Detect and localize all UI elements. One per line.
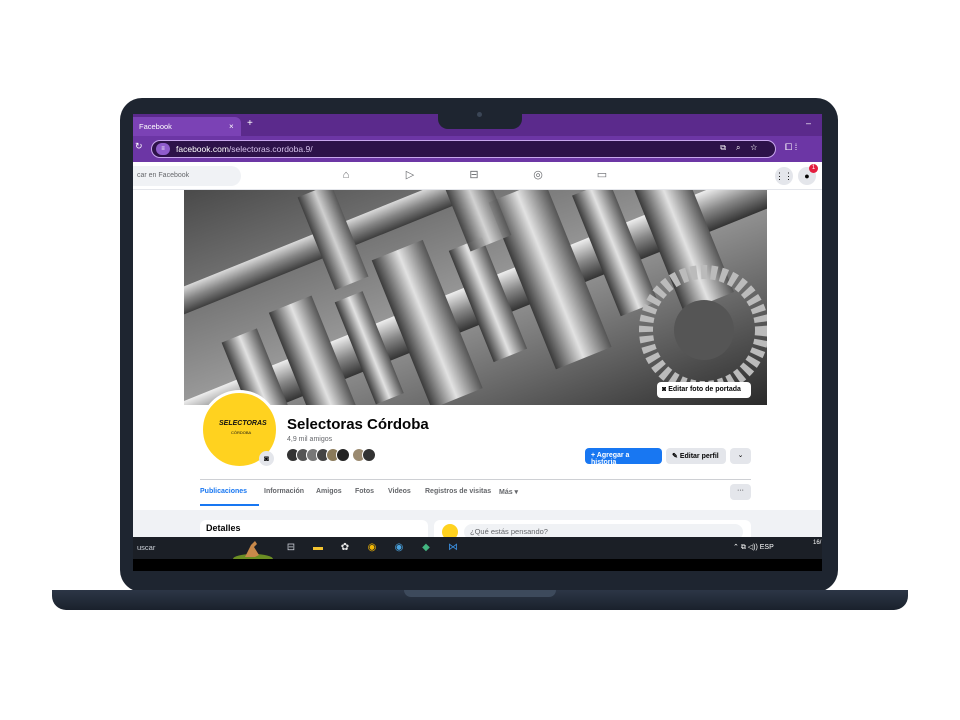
tab-close-icon[interactable]: × — [229, 122, 234, 131]
tab-registros-de-visitas[interactable]: Registros de visitas — [425, 488, 491, 495]
tabs-more-button[interactable]: ··· — [730, 484, 751, 500]
tab-informacion[interactable]: Información — [264, 488, 304, 495]
extensions-icon[interactable]: ⧠ ⁞ — [785, 142, 797, 153]
tab-facebook[interactable]: Facebook × — [133, 117, 241, 136]
omnibox-actions: ⧉⌕☆ — [720, 143, 767, 153]
chevron-up-icon[interactable]: ⌃ — [733, 544, 741, 551]
star-icon[interactable]: ☆ — [750, 143, 767, 152]
paint-icon[interactable]: ✿ — [338, 542, 352, 554]
screen-bottom — [133, 559, 822, 571]
window-minimize-button[interactable]: – — [806, 118, 811, 128]
laptop-screen: Facebook × + – ↻ ≡ facebook.com/selector… — [133, 114, 822, 571]
pencil-icon: ✎ — [672, 453, 680, 460]
reload-icon[interactable]: ↻ — [135, 141, 143, 152]
new-tab-button[interactable]: + — [247, 118, 253, 129]
profile-divider — [200, 479, 751, 480]
language-indicator[interactable]: ESP — [760, 544, 774, 551]
tab-amigos[interactable]: Amigos — [316, 488, 342, 495]
address-bar[interactable]: ≡ facebook.com/selectoras.cordoba.9/ ⧉⌕☆ — [151, 140, 776, 158]
tab-fotos[interactable]: Fotos — [355, 488, 374, 495]
system-tray: ⌃ ⧉ ◁)) ESP — [733, 543, 774, 552]
groups-icon[interactable]: ◎ — [531, 168, 545, 182]
marketplace-icon[interactable]: ⊟ — [467, 168, 481, 182]
facebook-search-input[interactable]: car en Facebook — [133, 166, 241, 186]
kangaroo-widget-icon[interactable] — [233, 537, 273, 559]
task-view-icon[interactable]: ⊟ — [284, 542, 298, 554]
camera-icon[interactable]: ◙ — [259, 451, 274, 466]
profile-page: ◙ Editar foto de portada SELECTORAS CÓRD… — [133, 190, 822, 540]
friend-avatar[interactable] — [336, 448, 350, 462]
network-icon[interactable]: ⧉ — [741, 544, 748, 551]
tune-icon[interactable]: ≡ — [156, 143, 170, 155]
file-explorer-icon[interactable]: ▬ — [311, 542, 325, 554]
avatar-logo-sub: CÓRDOBA — [231, 430, 252, 435]
app-diamond-icon[interactable]: ◆ — [419, 542, 433, 554]
webcam — [477, 112, 482, 117]
facebook-header: car en Facebook ⌂ ▷ ⊟ ◎ ▭ ⋮⋮ ● 1 — [133, 162, 822, 190]
clock-text[interactable]: 16/ — [813, 539, 821, 547]
friends-count[interactable]: 4,9 mil amigos — [287, 436, 332, 443]
edit-profile-button[interactable]: ✎ Editar perfil — [666, 448, 726, 464]
friend-avatar[interactable] — [362, 448, 376, 462]
volume-icon[interactable]: ◁)) — [748, 544, 760, 551]
avatar-logo-text: SELECTORAS — [219, 420, 267, 427]
video-icon[interactable]: ▷ — [403, 168, 417, 182]
gaming-icon[interactable]: ▭ — [595, 168, 609, 182]
vscode-icon[interactable]: ⋈ — [446, 542, 460, 554]
camera-icon: ◙ — [662, 386, 667, 393]
cover-photo — [184, 190, 767, 405]
windows-taskbar: uscar ⊟ ▬ ✿ ◉ ◉ ◆ ⋈ ⌃ ⧉ ◁)) ESP 16/ — [133, 537, 822, 559]
home-icon[interactable]: ⌂ — [339, 168, 353, 182]
browser-toolbar: ↻ ≡ facebook.com/selectoras.cordoba.9/ ⧉… — [133, 136, 822, 162]
create-post-card: ¿Qué estás pensando? — [434, 520, 751, 540]
edit-cover-button[interactable]: ◙ Editar foto de portada — [657, 382, 751, 398]
active-tab-indicator — [200, 504, 259, 506]
page-title: Selectoras Córdoba — [287, 416, 429, 433]
tab-mas[interactable]: Más ▾ — [499, 488, 518, 496]
details-card: Detalles — [200, 520, 428, 537]
cast-icon[interactable]: ⧉ — [720, 143, 736, 152]
messenger-badge: 1 — [809, 164, 818, 173]
taskbar-search[interactable]: uscar — [137, 543, 155, 552]
profile-more-button[interactable]: ⌄ — [730, 448, 751, 464]
menu-grid-icon[interactable]: ⋮⋮ — [775, 167, 793, 185]
laptop-base-notch — [404, 590, 556, 597]
url-text: facebook.com/selectoras.cordoba.9/ — [176, 144, 313, 154]
laptop-mockup: Facebook × + – ↻ ≡ facebook.com/selector… — [0, 0, 960, 720]
tab-title: Facebook — [139, 122, 172, 131]
add-story-button[interactable]: + Agregar a historia — [585, 448, 662, 466]
chrome-profile-icon[interactable]: ◉ — [392, 542, 406, 554]
details-title: Detalles — [206, 523, 241, 533]
tab-videos[interactable]: Videos — [388, 488, 411, 495]
chrome-icon[interactable]: ◉ — [365, 542, 379, 554]
zoom-icon[interactable]: ⌕ — [736, 143, 750, 152]
gears-image — [184, 190, 767, 405]
tab-publicaciones[interactable]: Publicaciones — [200, 488, 247, 495]
